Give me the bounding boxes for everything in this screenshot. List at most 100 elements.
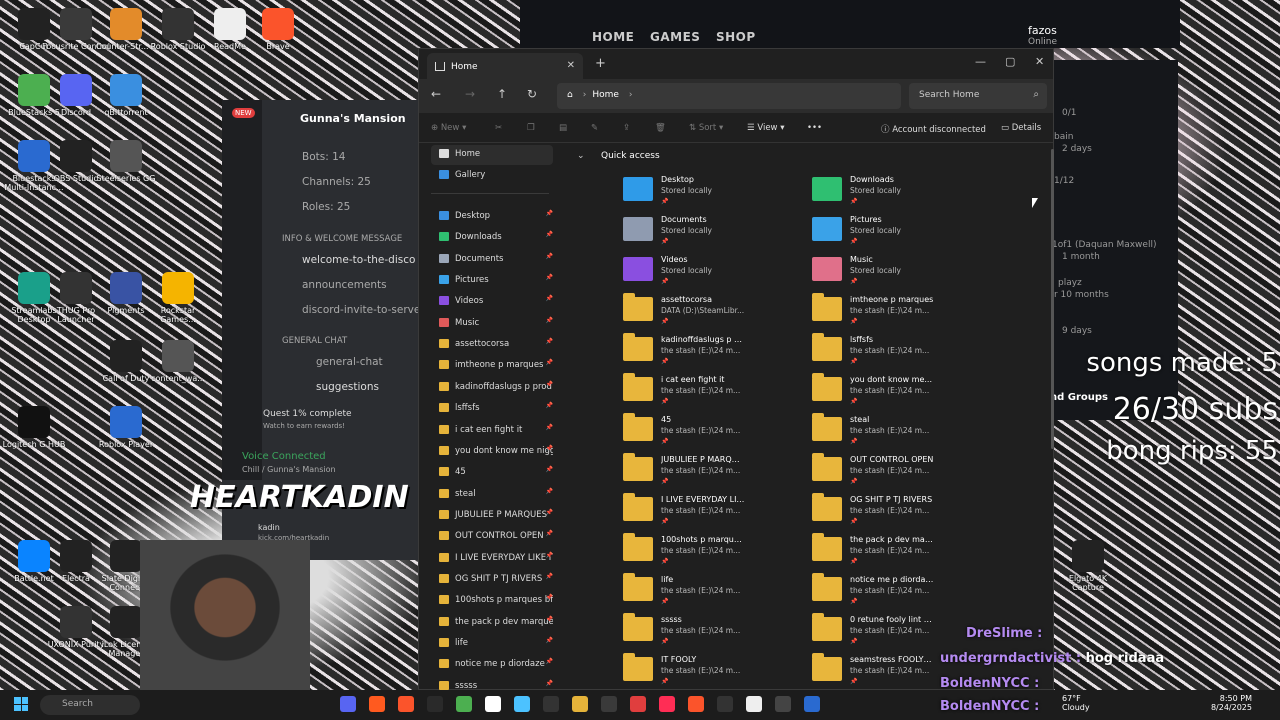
sidebar-item[interactable]: Documents 📌 [431, 250, 553, 270]
sidebar-item[interactable]: sssss 📌 [431, 677, 553, 691]
taskbar-app-icon[interactable] [369, 696, 385, 712]
desktop-icon[interactable]: Logitech G HUB [0, 406, 68, 449]
channel-general-chat[interactable]: general-chat [316, 356, 383, 368]
sidebar-item[interactable]: assettocorsa 📌 [431, 335, 553, 355]
sidebar-item[interactable]: imtheone p marques 📌 [431, 356, 553, 376]
minimize-button[interactable]: — [975, 55, 986, 68]
clock[interactable]: 8:50 PM 8/24/2025 [1211, 694, 1252, 712]
sidebar-item[interactable]: Pictures 📌 [431, 271, 553, 291]
quest-title[interactable]: Quest 1% complete [263, 409, 352, 419]
quick-access-header[interactable]: ⌄ Quick access [577, 151, 660, 161]
quick-access-item[interactable]: the pack p dev mar... the stash (E:)\24 m… [812, 533, 992, 571]
sidebar-item[interactable]: Music 📌 [431, 314, 553, 334]
quick-access-item[interactable]: 45 the stash (E:)\24 m... 📌 [623, 413, 803, 451]
user-name[interactable]: kadin [258, 523, 280, 532]
sort-button[interactable]: ⇅ Sort ▾ [689, 123, 723, 133]
desktop-icon[interactable]: Elgato 4K Capture [1054, 540, 1122, 592]
desktop-icon[interactable]: Roblox Player [92, 406, 160, 449]
taskbar-app-icon[interactable] [659, 696, 675, 712]
breadcrumb-home[interactable]: Home [592, 90, 619, 100]
close-tab-icon[interactable]: ✕ [567, 60, 575, 71]
quick-access-item[interactable]: JUBULIEE P MARQU... the stash (E:)\24 m..… [623, 453, 803, 491]
sidebar-item[interactable]: kadinoffdaslugs p prod 📌 [431, 378, 553, 398]
sidebar-item[interactable]: notice me p diordaze 📌 [431, 655, 553, 675]
scrollbar[interactable] [1051, 149, 1054, 449]
server-name[interactable]: Gunna's Mansion [300, 112, 406, 125]
quick-access-item[interactable]: steal the stash (E:)\24 m... 📌 [812, 413, 992, 451]
channel-announcements[interactable]: announcements [302, 279, 387, 291]
quick-access-item[interactable]: notice me p diordaze the stash (E:)\24 m.… [812, 573, 992, 611]
taskbar-app-icon[interactable] [601, 696, 617, 712]
quick-access-item[interactable]: Documents Stored locally 📌 [623, 213, 803, 251]
desktop-icon[interactable]: content_wa... [144, 340, 212, 383]
taskbar-app-icon[interactable] [485, 696, 501, 712]
taskbar-app-icon[interactable] [804, 696, 820, 712]
quick-access-item[interactable]: Videos Stored locally 📌 [623, 253, 803, 291]
copy-icon[interactable]: ❐ [527, 123, 535, 133]
sidebar-item[interactable]: I LIVE EVERYDAY LIKE IT 📌 [431, 549, 553, 569]
quick-access-item[interactable]: 0 retune fooly lint d... the stash (E:)\2… [812, 613, 992, 651]
new-tab-button[interactable]: + [595, 56, 606, 71]
taskbar-app-icon[interactable] [398, 696, 414, 712]
taskbar-app-icon[interactable] [543, 696, 559, 712]
quick-access-item[interactable]: i cat een fight it the stash (E:)\24 m...… [623, 373, 803, 411]
paste-icon[interactable]: ▤ [559, 123, 567, 133]
quick-access-item[interactable]: sssss the stash (E:)\24 m... 📌 [623, 613, 803, 651]
more-options-icon[interactable]: ••• [807, 123, 822, 133]
quick-access-item[interactable]: Desktop Stored locally 📌 [623, 173, 803, 211]
launcher-nav-games[interactable]: GAMES [650, 30, 700, 44]
taskbar-search[interactable]: Search [40, 695, 140, 715]
tab-home[interactable]: Home ✕ [427, 53, 583, 79]
account-disconnected[interactable]: ⓘ Account disconnected [881, 123, 986, 135]
sidebar-item[interactable]: Downloads 📌 [431, 228, 553, 248]
sidebar-item[interactable]: lsffsfs 📌 [431, 399, 553, 419]
taskbar-app-icon[interactable] [427, 696, 443, 712]
sidebar-item[interactable]: OG SHIT P TJ RIVERS 📌 [431, 570, 553, 590]
view-button[interactable]: ☰ View ▾ [747, 123, 784, 133]
quick-access-item[interactable]: 100shots p marques... the stash (E:)\24 m… [623, 533, 803, 571]
quick-access-item[interactable]: I LIVE EVERYDAY LIK... the stash (E:)\24 … [623, 493, 803, 531]
sidebar-item[interactable]: you dont know me nigg 📌 [431, 442, 553, 462]
quick-access-item[interactable]: lsffsfs the stash (E:)\24 m... 📌 [812, 333, 992, 371]
quick-access-item[interactable]: you dont know me... the stash (E:)\24 m..… [812, 373, 992, 411]
start-button[interactable] [14, 697, 28, 711]
search-input[interactable]: Search Home ⌕ [909, 83, 1047, 109]
launcher-nav-home[interactable]: HOME [592, 30, 634, 44]
sidebar-item[interactable]: steal 📌 [431, 485, 553, 505]
channel-invite[interactable]: discord-invite-to-server [302, 304, 425, 316]
sidebar-item[interactable]: the pack p dev marque 📌 [431, 613, 553, 633]
launcher-nav-shop[interactable]: SHOP [716, 30, 756, 44]
quick-access-item[interactable]: assettocorsa DATA (D:)\SteamLibr... 📌 [623, 293, 803, 331]
voice-connected[interactable]: Voice Connected [242, 451, 326, 462]
taskbar-app-icon[interactable] [572, 696, 588, 712]
taskbar-app-icon[interactable] [688, 696, 704, 712]
maximize-button[interactable]: ▢ [1005, 55, 1015, 68]
sidebar-item[interactable]: JUBULIEE P MARQUES 📌 [431, 506, 553, 526]
desktop-icon[interactable]: Brave [244, 8, 312, 51]
refresh-icon[interactable]: ↻ [527, 87, 537, 101]
sidebar-item[interactable]: OUT CONTROL OPEN 📌 [431, 527, 553, 547]
desktop-icon[interactable]: Steelseries GG [92, 140, 160, 183]
category-general[interactable]: GENERAL CHAT [282, 336, 347, 346]
sidebar-item[interactable]: i cat een fight it 📌 [431, 421, 553, 441]
delete-icon[interactable]: 🗑 [655, 123, 666, 133]
channel-suggestions[interactable]: suggestions [316, 381, 379, 393]
launcher-profile[interactable]: fazos Online [1028, 24, 1057, 47]
sidebar-item[interactable]: Home [431, 145, 553, 165]
up-icon[interactable]: ↑ [497, 87, 507, 101]
rename-icon[interactable]: ✎ [591, 123, 598, 133]
taskbar-app-icon[interactable] [630, 696, 646, 712]
back-icon[interactable]: ← [431, 87, 441, 101]
quick-access-item[interactable]: Pictures Stored locally 📌 [812, 213, 992, 251]
forward-icon[interactable]: → [465, 87, 475, 101]
desktop-icon[interactable]: qBittorrent [92, 74, 160, 117]
sidebar-item[interactable]: 45 📌 [431, 463, 553, 483]
new-button[interactable]: ⊕ New ▾ [431, 123, 466, 133]
quick-access-item[interactable]: kadinoffdaslugs p p... the stash (E:)\24 … [623, 333, 803, 371]
quick-access-item[interactable]: life the stash (E:)\24 m... 📌 [623, 573, 803, 611]
taskbar-app-icon[interactable] [340, 696, 356, 712]
address-bar[interactable]: ⌂ › Home › [557, 83, 901, 109]
sidebar-item[interactable]: 100shots p marques bfc 📌 [431, 591, 553, 611]
quick-access-item[interactable]: IT FOOLY the stash (E:)\24 m... 📌 [623, 653, 803, 691]
desktop-icon[interactable]: Rockstar Games... [144, 272, 212, 324]
